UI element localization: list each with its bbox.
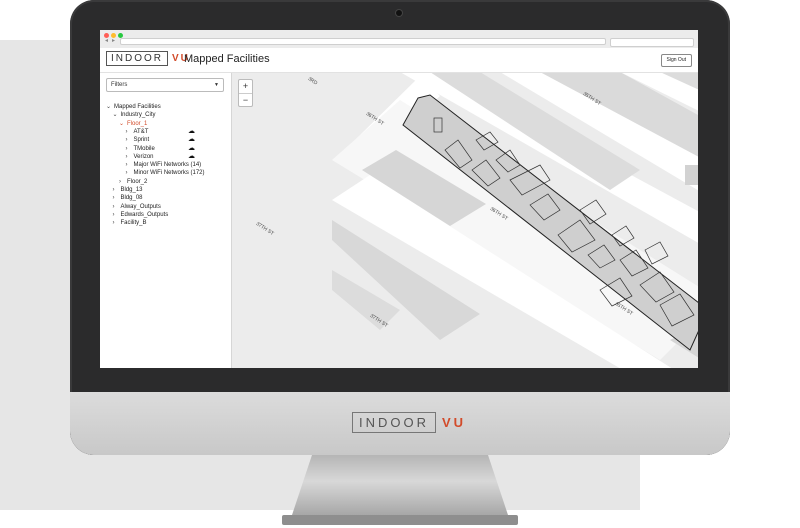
app-header: INDOOR VU Mapped Facilities Sign Out (100, 48, 698, 73)
tree-item[interactable]: › Bldg_13 (113, 186, 143, 194)
browser-chrome: ◂ ▸ (100, 30, 698, 49)
tree-item-label: Industry_City (120, 112, 156, 119)
chevron-right-icon[interactable]: › (119, 178, 127, 186)
back-arrow-icon[interactable]: ◂ (105, 38, 108, 45)
tree-item[interactable]: › Alway_Outputs (113, 203, 161, 211)
filters-label: Filters (111, 82, 128, 88)
page-title: Mapped Facilities (184, 53, 270, 65)
chevron-right-icon[interactable]: › (126, 145, 134, 153)
chevron-right-icon[interactable]: › (113, 186, 121, 194)
tree-item-label: Minor WiFi Networks (172) (133, 170, 205, 177)
chevron-right-icon[interactable]: › (126, 136, 134, 144)
cloud-icon[interactable]: ☁ (188, 145, 195, 153)
chevron-right-icon[interactable]: › (126, 169, 134, 177)
map-canvas[interactable] (232, 73, 698, 368)
chevron-right-icon[interactable]: › (126, 161, 134, 169)
app-screen: ◂ ▸ INDOOR VU Mapped Facilities Sign Out… (100, 30, 698, 368)
url-bar[interactable] (120, 38, 606, 45)
logo-word: INDOOR (106, 51, 168, 66)
chevron-right-icon[interactable]: › (113, 194, 121, 202)
tree-item[interactable]: › Minor WiFi Networks (172) (126, 169, 205, 177)
monitor-stand (290, 455, 510, 521)
chevron-right-icon[interactable]: › (113, 211, 121, 219)
tree-item-label: Sprint (133, 137, 150, 144)
chevron-right-icon[interactable]: › (126, 153, 134, 161)
tree-item-label: Floor_2 (127, 178, 148, 185)
tree-item-label: Alway_Outputs (120, 203, 161, 210)
logo[interactable]: INDOOR VU (106, 51, 190, 66)
chevron-down-icon[interactable]: ⌄ (119, 120, 127, 128)
chin-logo: INDOOR VU (352, 412, 466, 433)
tree-item[interactable]: ⌄ Industry_City (113, 111, 156, 119)
chevron-right-icon[interactable]: › (113, 219, 121, 227)
tree-item-label: Facility_B (120, 220, 147, 227)
cloud-icon[interactable]: ☁ (188, 136, 195, 144)
tree-item-label: Bldg_08 (120, 195, 143, 202)
tree-item[interactable]: ⌄ Mapped Facilities (106, 103, 161, 111)
tree-item-label: Verizon (133, 153, 154, 160)
chevron-down-icon[interactable]: ⌄ (113, 111, 121, 119)
tree-item[interactable]: › Major WiFi Networks (14) (126, 161, 202, 169)
tree-item[interactable]: › TMobile (126, 145, 155, 153)
tree-item[interactable]: › Verizon (126, 153, 154, 161)
tree-item-label: AT&T (133, 128, 149, 135)
filters-dropdown[interactable]: Filters ▼ (106, 78, 224, 92)
chevron-right-icon[interactable]: › (113, 203, 121, 211)
tree-item[interactable]: › AT&T (126, 128, 149, 136)
chin-logo-word: INDOOR (352, 412, 436, 433)
zoom-out-button[interactable]: − (239, 93, 252, 107)
tree-item[interactable]: › Facility_B (113, 219, 147, 227)
camera (396, 10, 402, 16)
chevron-right-icon[interactable]: › (126, 128, 134, 136)
building-footprint (685, 165, 698, 185)
chin-logo-accent: VU (442, 415, 467, 430)
tree-item-label: Bldg_13 (120, 187, 143, 193)
browser-search-bar[interactable] (610, 38, 694, 47)
map-view[interactable]: 36TH ST 36TH ST 37TH ST 37TH ST 35TH ST 35TH … (232, 73, 698, 368)
tree-item[interactable]: › Sprint (126, 136, 150, 144)
tree-item[interactable]: › Floor_2 (119, 178, 147, 186)
sign-out-button[interactable]: Sign Out (660, 54, 692, 67)
tree-item[interactable]: ⌄ Floor_1 (119, 120, 147, 128)
sidebar: Filters ▼ ⌄ Mapped Facilities ⌄ Industry_Ci… (100, 73, 232, 368)
forward-arrow-icon[interactable]: ▸ (112, 38, 115, 45)
chevron-down-icon[interactable]: ⌄ (106, 103, 114, 111)
monitor-base (282, 515, 518, 525)
cloud-icon[interactable]: ☁ (188, 128, 195, 136)
tree-item-label: Mapped Facilities (114, 104, 161, 110)
tree-item-label: Edwards_Outputs (120, 211, 169, 218)
tree-item-label: Floor_1 (127, 120, 148, 127)
tree-item[interactable]: › Bldg_08 (113, 194, 143, 202)
cloud-icon[interactable]: ☁ (188, 153, 195, 161)
tree-item[interactable]: › Edwards_Outputs (113, 211, 169, 219)
tree-item-label: Major WiFi Networks (14) (133, 162, 202, 169)
zoom-control: + − (238, 79, 253, 107)
zoom-in-button[interactable]: + (239, 80, 252, 93)
caret-down-icon: ▼ (214, 82, 219, 88)
tree-item-label: TMobile (133, 145, 155, 152)
